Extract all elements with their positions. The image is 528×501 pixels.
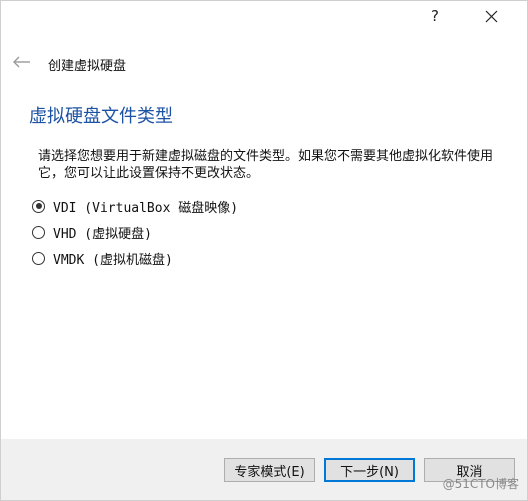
radio-label: VDI (VirtualBox 磁盘映像) [53,200,239,216]
radio-label: VMDK (虚拟机磁盘) [53,252,173,268]
help-button[interactable]: ? [413,1,457,31]
radio-label: VHD (虚拟硬盘) [53,226,152,242]
radio-option-vhd[interactable]: VHD (虚拟硬盘) [32,219,238,245]
close-button[interactable] [469,1,513,31]
wizard-title: 创建虚拟硬盘 [48,59,127,74]
next-button[interactable]: 下一步(N) [324,458,415,482]
radio-option-vdi[interactable]: VDI (VirtualBox 磁盘映像) [32,193,238,219]
title-bar: ? [1,1,527,31]
dialog-window: ? 创建虚拟硬盘 虚拟硬盘文件类型 请选择您想要用于新建虚拟磁盘的文件类型。如果… [0,0,528,501]
watermark: @51CTO博客 [442,477,519,491]
question-mark-icon: ? [431,7,439,25]
expert-mode-button[interactable]: 专家模式(E) [224,458,315,482]
close-icon [485,10,497,22]
page-description: 请选择您想要用于新建虚拟磁盘的文件类型。如果您不需要其他虚拟化软件使用它，您可以… [38,149,494,181]
page-title: 虚拟硬盘文件类型 [29,106,173,127]
back-button[interactable] [9,47,35,77]
radio-button[interactable] [32,251,45,265]
disk-type-radio-group: VDI (VirtualBox 磁盘映像) VHD (虚拟硬盘) VMDK (虚… [32,193,238,271]
back-arrow-icon [13,56,30,68]
radio-button[interactable] [32,225,45,239]
radio-option-vmdk[interactable]: VMDK (虚拟机磁盘) [32,245,238,271]
radio-button[interactable] [32,199,45,213]
